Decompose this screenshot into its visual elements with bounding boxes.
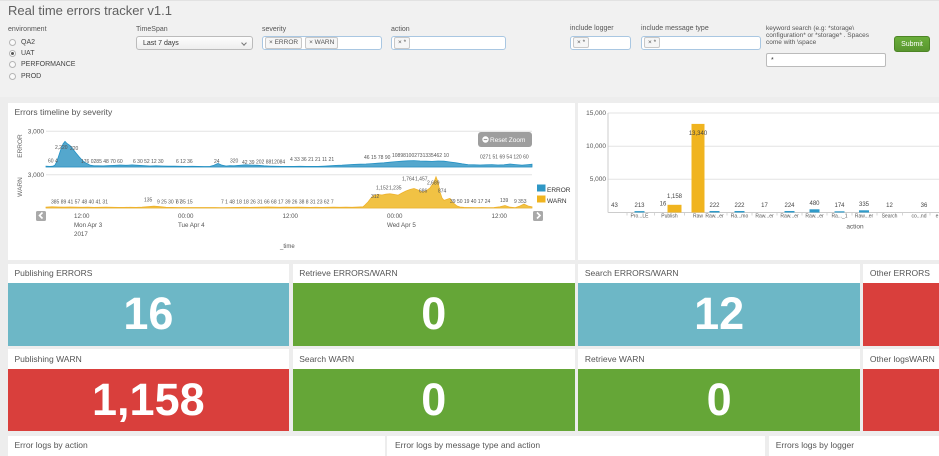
svg-text:ERROR: ERROR <box>17 134 24 158</box>
svg-text:e: e <box>936 214 939 220</box>
svg-text:1,235: 1,235 <box>389 186 402 192</box>
svg-text:60 4: 60 4 <box>48 159 58 165</box>
svg-text:220: 220 <box>70 146 79 152</box>
svg-text:202 8812084: 202 8812084 <box>256 160 285 166</box>
svg-text:7 1 48 18 18 26 31 66 68 17 3: 7 1 48 18 18 26 31 66 68 17 39 26 38 8 3… <box>221 200 334 206</box>
svg-text:12:00: 12:00 <box>283 213 299 220</box>
svg-text:36: 36 <box>921 203 928 209</box>
svg-text:_time: _time <box>279 244 295 250</box>
svg-text:15,000: 15,000 <box>586 110 606 117</box>
svg-text:Wed Apr 5: Wed Apr 5 <box>387 222 416 229</box>
svg-text:4 33 36 21 21 11 21: 4 33 36 21 21 11 21 <box>290 157 334 163</box>
svg-text:135: 135 <box>144 198 153 204</box>
svg-text:Tue Apr 4: Tue Apr 4 <box>178 222 205 229</box>
svg-text:1,152: 1,152 <box>376 186 389 192</box>
svg-text:108981002731335462 10: 108981002731335462 10 <box>392 153 449 159</box>
svg-text:42 39: 42 39 <box>242 160 255 166</box>
svg-text:12:00: 12:00 <box>74 213 90 220</box>
svg-text:Ra..._1: Ra..._1 <box>831 214 847 220</box>
svg-text:1,158: 1,158 <box>667 194 683 200</box>
svg-text:224: 224 <box>784 203 795 209</box>
svg-text:Search: Search <box>882 214 898 220</box>
svg-text:46 15 78 90: 46 15 78 90 <box>364 155 391 161</box>
svg-text:Reset Zoom: Reset Zoom <box>490 137 525 144</box>
svg-text:139: 139 <box>500 198 509 204</box>
svg-text:Raw: Raw <box>693 214 703 220</box>
svg-text:2,689: 2,689 <box>427 181 440 187</box>
svg-text:320: 320 <box>230 159 239 165</box>
svg-text:action: action <box>846 224 864 231</box>
svg-text:Raw...er: Raw...er <box>755 214 774 220</box>
svg-text:17: 17 <box>761 203 768 209</box>
svg-text:10,000: 10,000 <box>586 143 606 150</box>
svg-text:13,340: 13,340 <box>689 131 708 137</box>
svg-text:43: 43 <box>611 203 618 209</box>
svg-text:9 353: 9 353 <box>514 199 527 205</box>
svg-text:co...nd: co...nd <box>911 214 926 220</box>
svg-text:480: 480 <box>809 201 820 207</box>
svg-text:Publish: Publish <box>661 214 678 220</box>
svg-text:335: 335 <box>859 202 870 208</box>
svg-text:00:00: 00:00 <box>178 213 194 220</box>
svg-text:6 30 52 12 30: 6 30 52 12 30 <box>133 159 164 165</box>
svg-text:222: 222 <box>709 203 720 209</box>
svg-text:Raw...er: Raw...er <box>855 214 874 220</box>
svg-text:Raw...er: Raw...er <box>780 214 799 220</box>
svg-text:6 35 15: 6 35 15 <box>176 200 193 206</box>
svg-text:12: 12 <box>886 203 893 209</box>
svg-text:3,000: 3,000 <box>28 129 45 136</box>
svg-text:5,000: 5,000 <box>590 176 607 183</box>
svg-text:Mon Apr 3: Mon Apr 3 <box>74 222 103 229</box>
svg-text:874: 874 <box>438 189 447 195</box>
svg-text:WARN: WARN <box>547 198 567 205</box>
svg-text:686: 686 <box>419 189 428 195</box>
svg-text:12:00: 12:00 <box>492 213 508 220</box>
svg-text:1,764: 1,764 <box>402 177 415 183</box>
svg-text:174: 174 <box>834 203 845 209</box>
svg-text:WARN: WARN <box>17 177 24 197</box>
svg-text:Pro...LE: Pro...LE <box>630 214 649 220</box>
svg-text:3,000: 3,000 <box>28 172 45 179</box>
svg-text:Raw...er: Raw...er <box>705 214 724 220</box>
svg-text:Raw...er: Raw...er <box>805 214 824 220</box>
svg-text:213: 213 <box>634 203 645 209</box>
svg-text:0271 51 69 54 120 60: 0271 51 69 54 120 60 <box>480 155 529 161</box>
svg-text:2017: 2017 <box>74 231 88 238</box>
svg-text:222: 222 <box>734 203 745 209</box>
svg-text:6 12 36: 6 12 36 <box>176 159 193 165</box>
svg-text:00:00: 00:00 <box>387 213 403 220</box>
svg-text:39 50 19 40 17 24: 39 50 19 40 17 24 <box>450 199 491 205</box>
svg-text:16: 16 <box>660 202 667 208</box>
svg-text:1,457: 1,457 <box>415 177 428 183</box>
svg-text:Ra...mo: Ra...mo <box>731 214 749 220</box>
svg-text:ERROR: ERROR <box>547 187 571 194</box>
svg-text:176 0285 48 70 60: 176 0285 48 70 60 <box>81 159 123 165</box>
svg-text:24: 24 <box>214 159 220 165</box>
svg-text:385 89 41 57 48 40 41 31: 385 89 41 57 48 40 41 31 <box>51 200 108 206</box>
svg-text:2,220: 2,220 <box>55 145 68 151</box>
svg-text:312: 312 <box>371 194 380 200</box>
